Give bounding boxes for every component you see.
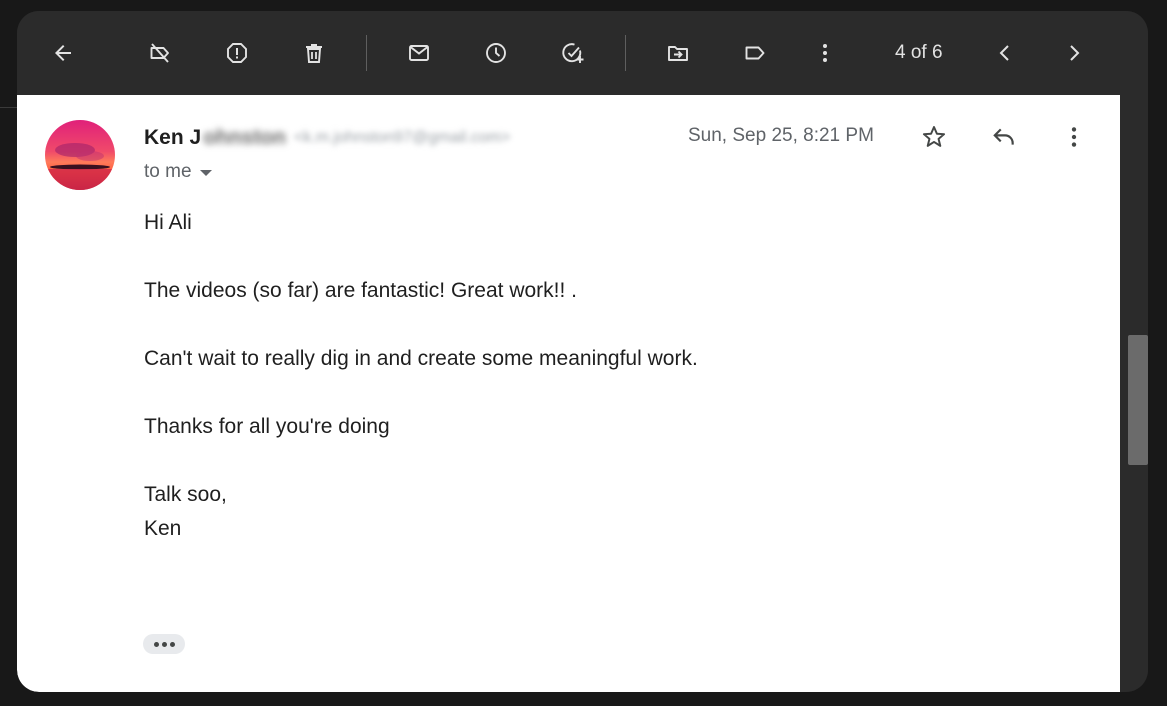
sender-line: Ken J ohnston <k.m.johnston97@gmail.com> — [144, 124, 510, 152]
body-signoff: Talk soo, — [144, 483, 227, 506]
body-line: Thanks for all you're doing — [144, 415, 390, 438]
mark-unread-button[interactable] — [399, 33, 439, 73]
body-line: The videos (so far) are fantastic! Great… — [144, 279, 577, 302]
scrollbar-thumb[interactable] — [1128, 335, 1148, 465]
toolbar-separator — [366, 35, 367, 71]
message-pager: 4 of 6 — [895, 42, 943, 63]
report-spam-icon — [227, 43, 247, 63]
toolbar-separator — [625, 35, 626, 71]
body-signature: Ken — [144, 517, 182, 540]
body-greeting: Hi Ali — [144, 211, 192, 234]
add-to-tasks-button[interactable] — [553, 33, 593, 73]
sender-name-redacted: ohnston — [203, 126, 286, 149]
message-more-button[interactable] — [1054, 117, 1094, 157]
report-spam-button[interactable] — [217, 33, 257, 73]
sender-avatar[interactable] — [45, 120, 115, 190]
avatar-sunset-image — [45, 120, 115, 190]
sender-name[interactable]: Ken J — [144, 126, 201, 150]
chevron-right-icon — [1070, 45, 1080, 61]
message-date: Sun, Sep 25, 8:21 PM — [688, 125, 874, 146]
more-vertical-icon — [823, 44, 827, 62]
label-icon — [745, 46, 765, 60]
reply-button[interactable] — [984, 117, 1024, 157]
move-to-button[interactable] — [658, 33, 698, 73]
snooze-button[interactable] — [476, 33, 516, 73]
ellipsis-dot — [161, 641, 167, 647]
remove-label-button[interactable] — [140, 33, 180, 73]
show-trimmed-content-button[interactable] — [143, 634, 185, 654]
message-toolbar: 4 of 6 — [17, 11, 1148, 95]
mail-icon — [409, 45, 429, 61]
move-to-folder-icon — [668, 46, 688, 61]
delete-button[interactable] — [294, 33, 334, 73]
message-body: Hi Ali The videos (so far) are fantastic… — [144, 206, 1044, 546]
add-task-icon — [562, 43, 584, 63]
back-button[interactable] — [43, 33, 83, 73]
chevron-left-icon — [999, 45, 1009, 61]
body-line: Can't wait to really dig in and create s… — [144, 347, 698, 370]
caret-down-icon — [199, 170, 212, 176]
clock-icon — [486, 43, 506, 63]
sender-email-redacted: <k.m.johnston97@gmail.com> — [294, 129, 511, 146]
ellipsis-dot — [153, 641, 159, 647]
email-viewer-window: 4 of 6 Ken J ohnston <k.m.johnston97@gma… — [17, 11, 1148, 692]
newer-message-button[interactable] — [985, 33, 1025, 73]
ellipsis-dot — [169, 641, 175, 647]
recipient-label: to me — [144, 161, 192, 182]
labels-button[interactable] — [735, 33, 775, 73]
star-icon — [922, 126, 946, 147]
message-content: Ken J ohnston <k.m.johnston97@gmail.com>… — [17, 95, 1120, 692]
backdrop-divider — [0, 107, 18, 108]
more-actions-button[interactable] — [805, 33, 845, 73]
reply-icon — [993, 128, 1014, 145]
label-off-icon — [150, 43, 169, 63]
back-arrow-icon — [55, 45, 71, 61]
scrollbar-track[interactable] — [1120, 95, 1148, 692]
more-vertical-icon — [1071, 127, 1077, 147]
older-message-button[interactable] — [1054, 33, 1094, 73]
recipient-details-toggle[interactable]: to me — [144, 161, 212, 183]
trash-icon — [306, 44, 322, 63]
star-button[interactable] — [914, 117, 954, 157]
